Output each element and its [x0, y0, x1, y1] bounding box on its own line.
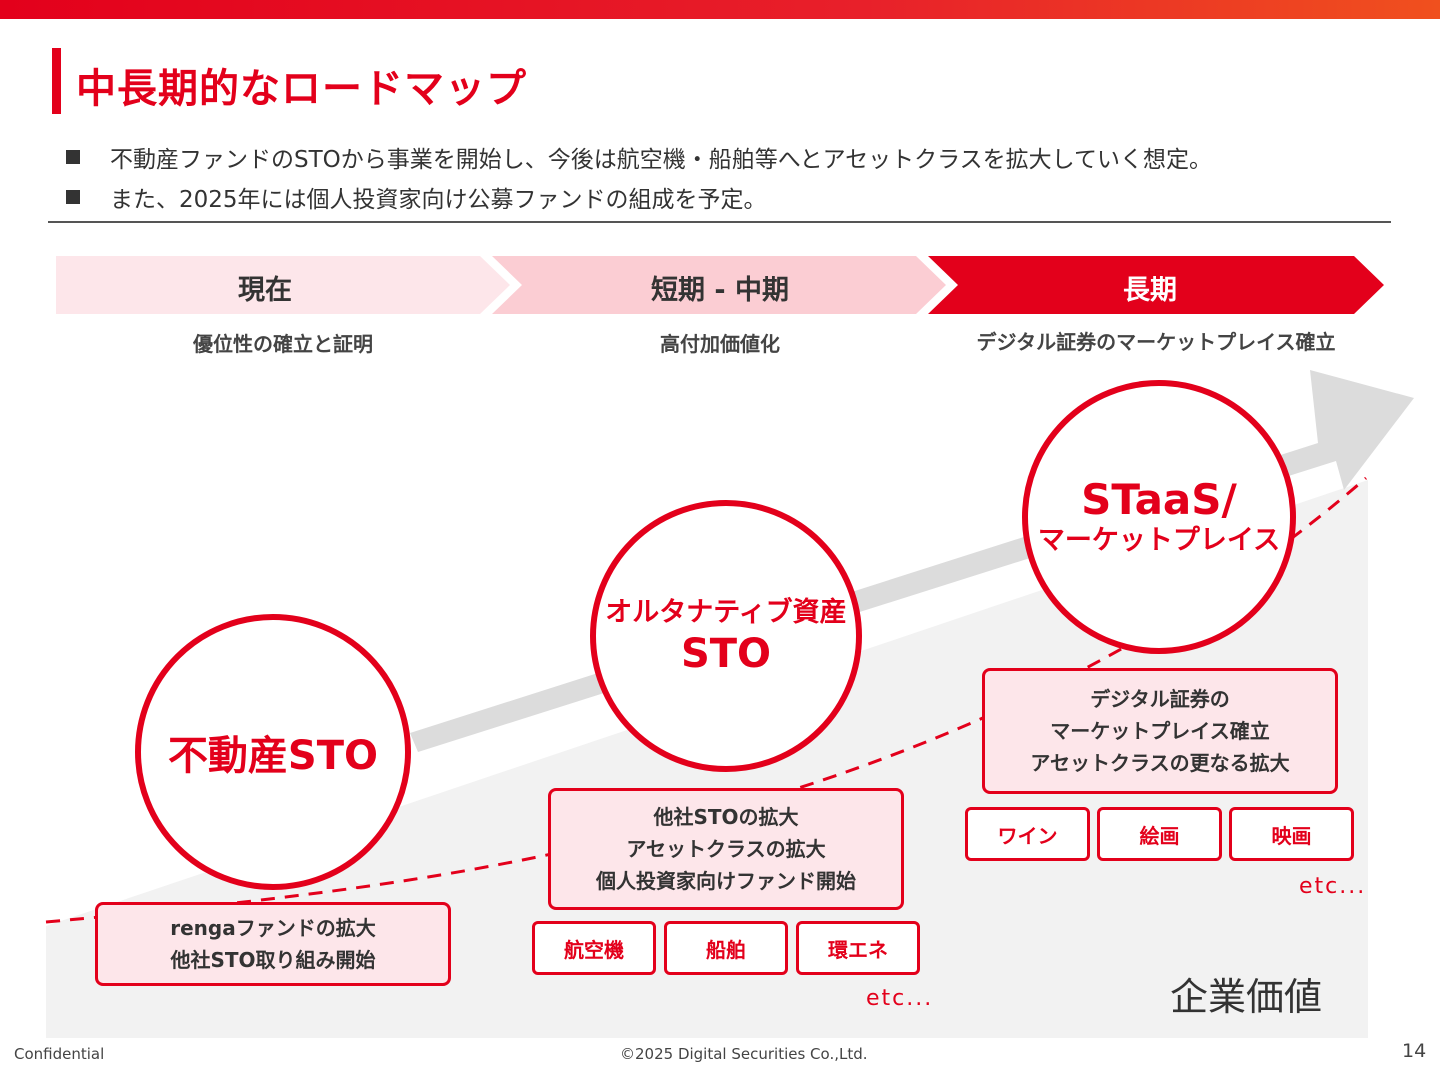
- box-line: アセットクラスの更なる拡大: [1030, 751, 1290, 775]
- stage-box-mid: 他社STOの拡大 アセットクラスの拡大 個人投資家向けファンド開始: [548, 788, 904, 910]
- phase-sub-current: 優位性の確立と証明: [193, 332, 373, 356]
- phase-sub-long: デジタル証券のマーケットプレイス確立: [976, 330, 1336, 354]
- etc-label: etc...: [866, 986, 934, 1011]
- phase-label-long: 長期: [1123, 275, 1177, 306]
- asset-tag-aircraft: 航空機: [532, 921, 656, 975]
- asset-tag-painting: 絵画: [1097, 807, 1222, 861]
- footer-copyright: ©2025 Digital Securities Co.,Ltd.: [620, 1045, 868, 1063]
- value-axis-label: 企業価値: [1170, 975, 1323, 1019]
- box-line: rengaファンドの拡大: [170, 916, 376, 940]
- phase-sub-mid: 高付加価値化: [660, 332, 780, 356]
- box-line: アセットクラスの拡大: [626, 837, 826, 861]
- stage-box-current: rengaファンドの拡大 他社STO取り組み開始: [95, 902, 451, 986]
- circle-text: STO: [680, 631, 772, 677]
- phase-label-mid: 短期 - 中期: [650, 275, 789, 306]
- asset-tag-energy: 環エネ: [796, 921, 920, 975]
- page-number: 14: [1402, 1040, 1427, 1062]
- circle-text: マーケットプレイス: [1037, 525, 1281, 556]
- asset-tag-ship: 船舶: [664, 921, 788, 975]
- phase-label-current: 現在: [238, 275, 292, 306]
- circle-text: STaaS/: [1081, 475, 1237, 524]
- box-line: 個人投資家向けファンド開始: [596, 869, 856, 893]
- etc-label: etc...: [1299, 874, 1367, 899]
- asset-tag-wine: ワイン: [965, 807, 1090, 861]
- box-line: マーケットプレイス確立: [1050, 719, 1270, 743]
- box-line: デジタル証券の: [1090, 687, 1230, 711]
- circle-text: オルタナティブ資産: [605, 597, 847, 628]
- footer-confidential: Confidential: [14, 1045, 105, 1063]
- box-line: 他社STO取り組み開始: [170, 948, 376, 972]
- stage-box-long: デジタル証券の マーケットプレイス確立 アセットクラスの更なる拡大: [982, 668, 1338, 794]
- circle-text: 不動産STO: [167, 733, 379, 779]
- box-line: 他社STOの拡大: [653, 805, 799, 829]
- asset-tag-film: 映画: [1229, 807, 1354, 861]
- stage-circle-staas: STaaS/ マーケットプレイス: [1022, 380, 1296, 654]
- stage-circle-alternative-sto: オルタナティブ資産 STO: [590, 500, 862, 772]
- stage-circle-real-estate-sto: 不動産STO: [135, 614, 411, 890]
